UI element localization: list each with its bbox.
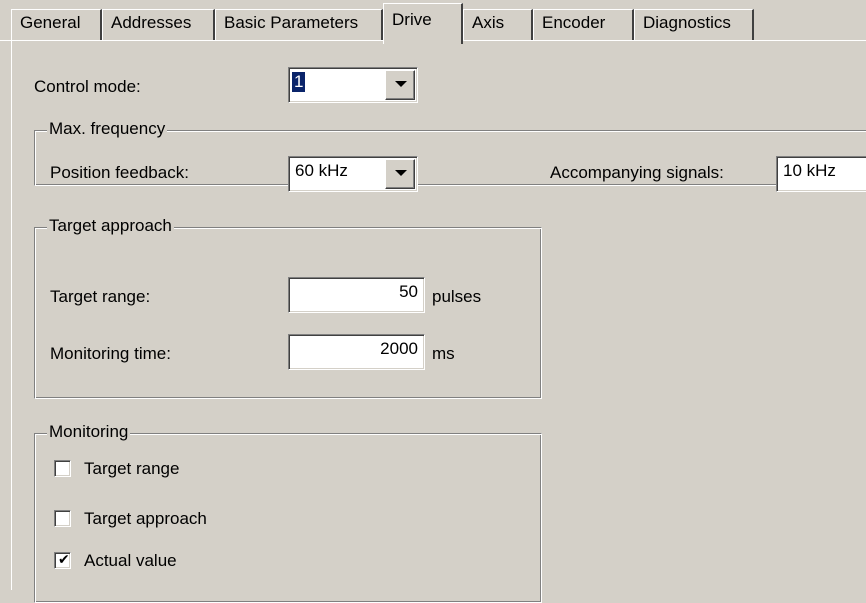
tab-addresses[interactable]: Addresses [102, 9, 215, 40]
control-mode-value: 1 [292, 72, 306, 92]
tab-general[interactable]: General [11, 9, 102, 40]
target-approach-checkbox-label[interactable]: Target approach [84, 509, 207, 529]
control-mode-dropdown-button[interactable] [385, 70, 415, 100]
tab-encoder[interactable]: Encoder [533, 9, 634, 40]
accompanying-signals-value: 10 kHz [783, 161, 836, 180]
tab-label: Basic Parameters [224, 13, 359, 32]
tab-label: Diagnostics [643, 13, 731, 32]
monitoring-time-label: Monitoring time: [50, 344, 171, 363]
control-mode-label: Control mode: [34, 77, 141, 96]
page-border [11, 41, 12, 590]
tab-label: Addresses [111, 13, 192, 32]
check-icon: ✔ [58, 552, 70, 568]
max-frequency-title: Max. frequency [47, 119, 168, 139]
monitoring-time-unit: ms [432, 344, 455, 363]
tab-label: General [20, 13, 81, 32]
tab-basic-parameters[interactable]: Basic Parameters [215, 9, 383, 40]
target-range-checkbox-label[interactable]: Target range [84, 459, 179, 479]
target-range-checkbox[interactable] [54, 460, 71, 477]
target-range-label: Target range: [50, 287, 151, 306]
tab-axis[interactable]: Axis [463, 9, 533, 40]
tab-label: Drive [392, 10, 432, 29]
position-feedback-label: Position feedback: [50, 163, 189, 182]
monitoring-time-value: 2000 [380, 339, 418, 358]
monitoring-title: Monitoring [47, 422, 131, 442]
control-mode-dropdown[interactable]: 1 [288, 67, 418, 103]
target-approach-group [34, 227, 542, 399]
target-approach-title: Target approach [47, 216, 174, 236]
tab-drive[interactable]: Drive [383, 3, 463, 44]
chevron-down-icon [395, 81, 407, 87]
target-approach-checkbox[interactable] [54, 510, 71, 527]
tab-label: Encoder [542, 13, 606, 32]
target-range-value: 50 [399, 282, 418, 301]
accompanying-signals-label: Accompanying signals: [550, 163, 724, 182]
tab-diagnostics[interactable]: Diagnostics [634, 9, 754, 40]
position-feedback-dropdown[interactable]: 60 kHz [288, 156, 418, 192]
actual-value-checkbox-label[interactable]: Actual value [84, 551, 177, 571]
monitoring-time-input[interactable]: 2000 [288, 334, 425, 370]
position-feedback-value: 60 kHz [295, 161, 348, 180]
target-range-input[interactable]: 50 [288, 277, 425, 313]
actual-value-checkbox[interactable]: ✔ [54, 552, 71, 569]
position-feedback-dropdown-button[interactable] [385, 159, 415, 189]
target-range-unit: pulses [432, 287, 482, 306]
tab-label: Axis [472, 13, 505, 32]
accompanying-signals-dropdown[interactable]: 10 kHz [776, 156, 866, 192]
chevron-down-icon [395, 170, 407, 176]
